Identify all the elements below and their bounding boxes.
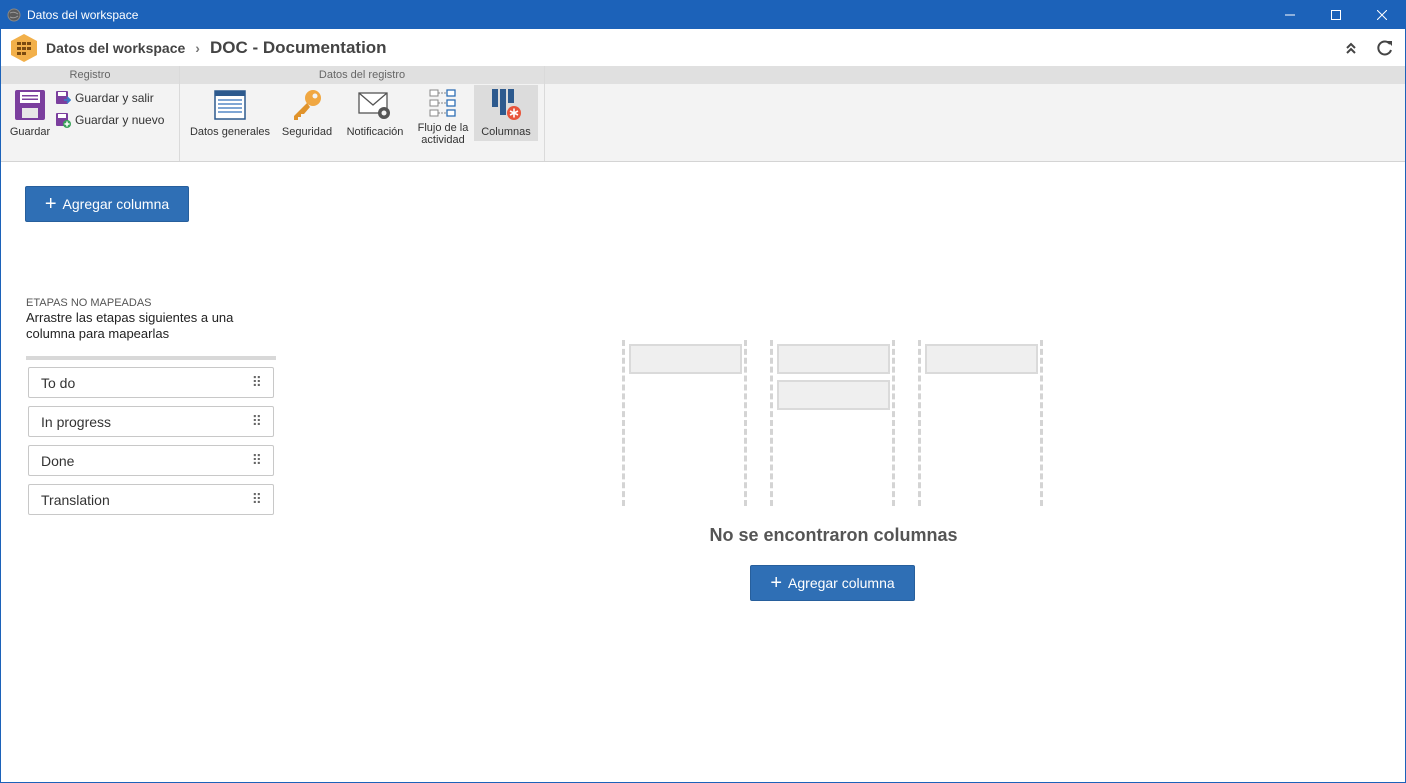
stage-item-in-progress[interactable]: In progress ⠿ <box>28 406 274 437</box>
breadcrumb-separator: › <box>195 39 200 56</box>
stage-item-done[interactable]: Done ⠿ <box>28 445 274 476</box>
tab-label: Notificación <box>346 126 404 138</box>
ribbon: Registro Guardar Guardar y salir Guardar… <box>1 66 1405 162</box>
tab-label: Datos generales <box>189 126 271 138</box>
save-and-new-label: Guardar y nuevo <box>75 113 165 127</box>
form-icon <box>214 90 246 120</box>
stage-label: To do <box>41 374 76 391</box>
plus-icon: + <box>44 193 57 215</box>
tab-label: Flujo de la actividad <box>417 122 469 146</box>
refresh-button[interactable] <box>1375 38 1395 58</box>
ribbon-filler <box>545 66 1405 161</box>
unmapped-stages-description: Arrastre las etapas siguientes a una col… <box>26 310 234 341</box>
save-and-exit-label: Guardar y salir <box>75 91 154 105</box>
minimize-button[interactable] <box>1267 1 1313 29</box>
minimize-icon <box>1285 14 1295 16</box>
chevron-double-up-icon <box>1346 42 1356 54</box>
maximize-button[interactable] <box>1313 1 1359 29</box>
breadcrumb: Datos del workspace › DOC - Documentatio… <box>1 29 1405 66</box>
globe-icon <box>7 8 21 22</box>
drag-handle-icon[interactable]: ⠿ <box>252 452 262 469</box>
title-bar: Datos del workspace <box>1 1 1405 29</box>
drag-handle-icon[interactable]: ⠿ <box>252 491 262 508</box>
tab-notificacion[interactable]: Notificación <box>338 85 412 141</box>
window-title: Datos del workspace <box>27 8 139 22</box>
columns-icon <box>492 89 521 120</box>
tab-label: Columnas <box>481 126 531 138</box>
stage-label: Done <box>41 452 75 469</box>
ribbon-group-datos: Datos del registro Datos generales Segur… <box>180 66 545 161</box>
tab-flujo-actividad[interactable]: Flujo de la actividad <box>412 85 474 146</box>
save-and-new-button[interactable]: Guardar y nuevo <box>55 109 164 131</box>
ribbon-group-title: Datos del registro <box>180 66 544 84</box>
plus-icon: + <box>770 572 783 594</box>
close-icon <box>1377 10 1387 20</box>
app-window: Datos del workspace Datos del workspace … <box>0 0 1406 783</box>
add-column-label: Agregar columna <box>788 575 895 591</box>
unmapped-stages-title: ETAPAS NO MAPEADAS <box>26 297 152 309</box>
key-icon <box>294 90 321 120</box>
main-content: + Agregar columna ETAPAS NO MAPEADAS Arr… <box>1 162 1405 781</box>
close-button[interactable] <box>1359 1 1405 29</box>
page-title: DOC - Documentation <box>209 37 387 57</box>
floppy-disk-icon <box>15 90 45 120</box>
collapse-button[interactable] <box>1341 38 1361 58</box>
empty-columns-illustration <box>620 340 1048 508</box>
drag-handle-icon[interactable]: ⠿ <box>252 413 262 430</box>
stage-item-to-do[interactable]: To do ⠿ <box>28 367 274 398</box>
maximize-icon <box>1331 10 1341 20</box>
stage-label: Translation <box>41 491 110 508</box>
save-exit-icon <box>56 91 71 104</box>
tab-datos-generales[interactable]: Datos generales <box>184 85 276 141</box>
save-button[interactable]: Guardar <box>5 85 55 141</box>
envelope-gear-icon <box>358 92 390 119</box>
add-column-button-top[interactable]: + Agregar columna <box>25 186 189 222</box>
drag-handle-icon[interactable]: ⠿ <box>252 374 262 391</box>
tab-columnas[interactable]: Columnas <box>474 85 538 141</box>
stage-item-translation[interactable]: Translation ⠿ <box>28 484 274 515</box>
tab-label: Seguridad <box>281 126 333 138</box>
empty-state-title: No se encontraron columnas <box>709 525 958 545</box>
workspace-logo-icon <box>11 33 37 62</box>
divider <box>26 356 276 360</box>
refresh-icon <box>1377 39 1392 55</box>
save-new-icon <box>56 113 71 128</box>
save-and-exit-button[interactable]: Guardar y salir <box>55 87 164 109</box>
add-column-label: Agregar columna <box>62 196 170 212</box>
add-column-button-empty[interactable]: + Agregar columna <box>750 565 915 601</box>
unmapped-stage-list: To do ⠿ In progress ⠿ Done ⠿ Translation… <box>28 367 274 523</box>
save-label: Guardar <box>9 126 51 138</box>
stage-label: In progress <box>41 413 112 430</box>
breadcrumb-parent[interactable]: Datos del workspace <box>46 40 185 56</box>
ribbon-group-title: Registro <box>1 66 179 84</box>
ribbon-group-registro: Registro Guardar Guardar y salir Guardar… <box>1 66 180 161</box>
tab-seguridad[interactable]: Seguridad <box>276 85 338 141</box>
workflow-icon <box>429 89 456 117</box>
